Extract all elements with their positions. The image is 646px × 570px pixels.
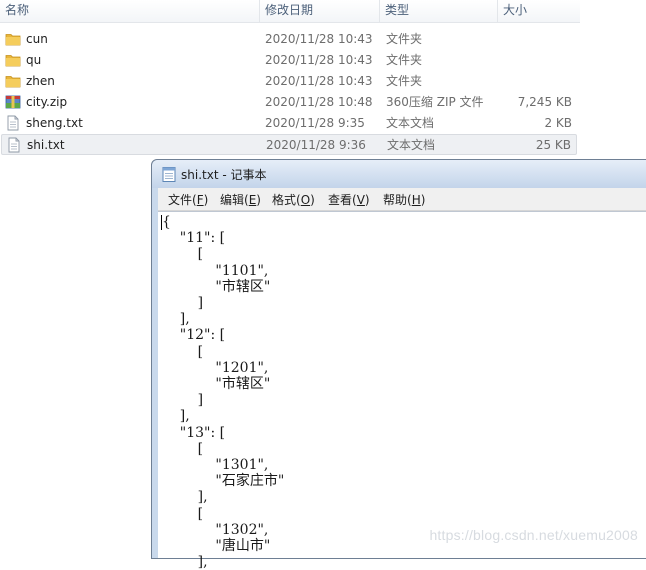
text-file-icon xyxy=(6,135,24,156)
file-row[interactable]: sheng.txt 2020/11/28 9:35 文本文档 2 KB xyxy=(1,113,577,134)
zip-archive-icon xyxy=(5,92,23,113)
menu-item[interactable]: 帮助(H) xyxy=(383,191,425,208)
menu-item[interactable]: 查看(V) xyxy=(328,191,370,208)
notepad-text-area[interactable]: { "11": [ [ "1101", "市辖区" ] ], "12": [ [… xyxy=(158,211,646,570)
notepad-title: shi.txt - 记事本 xyxy=(181,168,267,182)
file-row[interactable]: qu 2020/11/28 10:43 文件夹 xyxy=(1,50,577,71)
file-date: 2020/11/28 9:35 xyxy=(265,116,365,130)
menu-item[interactable]: 格式(O) xyxy=(272,191,315,208)
column-header-size[interactable]: 大小 xyxy=(498,0,580,22)
file-name: shi.txt xyxy=(27,138,65,152)
menu-accelerator-key: H xyxy=(411,193,421,207)
file-row[interactable]: city.zip 2020/11/28 10:48 360压缩 ZIP 文件 7,24… xyxy=(1,92,577,113)
file-date: 2020/11/28 10:43 xyxy=(265,53,373,67)
menu-item-label: 查看 xyxy=(328,193,353,207)
file-type: 360压缩 ZIP 文件 xyxy=(386,95,484,109)
menu-item-label: 格式 xyxy=(272,193,297,207)
folder-icon xyxy=(5,71,23,92)
file-name: sheng.txt xyxy=(26,116,83,130)
file-name: zhen xyxy=(26,74,55,88)
column-header-date[interactable]: 修改日期 xyxy=(260,0,380,22)
file-type: 文件夹 xyxy=(386,32,423,46)
file-size: 7,245 KB xyxy=(517,95,572,109)
file-size: 2 KB xyxy=(544,116,572,130)
notepad-window[interactable]: shi.txt - 记事本 文件(F) 编辑(E) 格式(O) 查看(V) 帮助(H) … xyxy=(151,159,646,570)
file-size: 25 KB xyxy=(535,138,571,152)
watermark-text: https://blog.csdn.net/xuemu2008 xyxy=(429,527,638,543)
notepad-icon xyxy=(162,167,176,182)
menu-accelerator-key: V xyxy=(356,193,365,207)
file-name: city.zip xyxy=(26,95,68,109)
file-row[interactable]: zhen 2020/11/28 10:43 文件夹 xyxy=(1,71,577,92)
file-date: 2020/11/28 10:48 xyxy=(265,95,373,109)
file-type: 文件夹 xyxy=(386,74,423,88)
file-date: 2020/11/28 9:36 xyxy=(266,138,366,152)
column-header-type[interactable]: 类型 xyxy=(380,0,498,22)
file-type: 文本文档 xyxy=(387,138,436,152)
menu-item-label: 编辑 xyxy=(220,193,245,207)
file-type: 文件夹 xyxy=(386,53,423,67)
file-name: qu xyxy=(26,53,42,67)
file-row[interactable]: shi.txt 2020/11/28 9:36 文本文档 25 KB xyxy=(1,134,577,155)
menu-item-label: 帮助 xyxy=(383,193,408,207)
file-type: 文本文档 xyxy=(386,116,435,130)
file-date: 2020/11/28 10:43 xyxy=(265,74,373,88)
text-file-icon xyxy=(5,113,23,134)
notepad-titlebar[interactable]: shi.txt - 记事本 xyxy=(152,160,646,188)
notepad-content: { "11": [ [ "1101", "市辖区" ] ], "12": [ [… xyxy=(162,214,285,570)
menu-accelerator-key: F xyxy=(196,193,204,207)
file-row[interactable]: cun 2020/11/28 10:43 文件夹 xyxy=(1,29,577,50)
folder-icon xyxy=(5,29,23,50)
menu-item[interactable]: 文件(F) xyxy=(168,191,208,208)
menu-item-label: 文件 xyxy=(168,193,193,207)
menu-accelerator-key: O xyxy=(300,193,311,207)
file-date: 2020/11/28 10:43 xyxy=(265,32,373,46)
menu-item[interactable]: 编辑(E) xyxy=(220,191,261,208)
column-header-name[interactable]: 名称 xyxy=(0,0,260,22)
file-name: cun xyxy=(26,32,48,46)
notepad-menubar: 文件(F) 编辑(E) 格式(O) 查看(V) 帮助(H) xyxy=(158,188,646,211)
column-header-bar: 名称 修改日期 类型 大小 xyxy=(0,0,580,23)
folder-icon xyxy=(5,50,23,71)
